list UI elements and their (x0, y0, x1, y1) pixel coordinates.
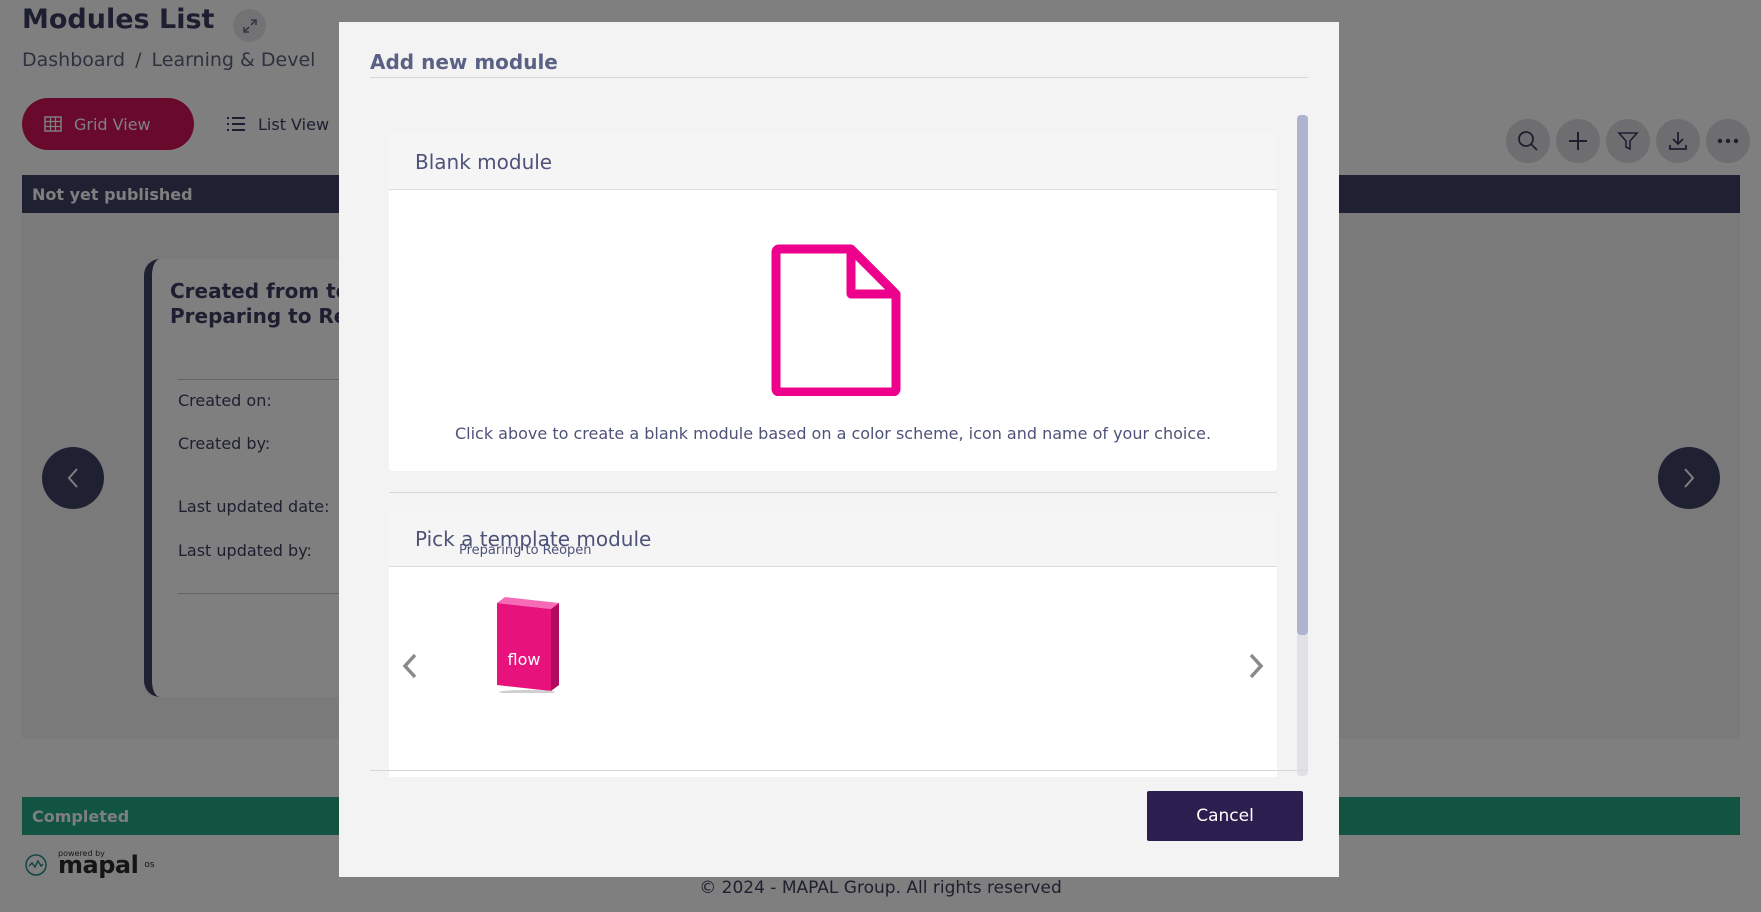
modal-scrollbar-thumb[interactable] (1297, 115, 1308, 635)
flow-box-icon: flow (497, 597, 559, 694)
blank-module-panel[interactable]: Blank module Click above to create a bla… (389, 134, 1277, 471)
chevron-right-icon (1249, 653, 1264, 679)
modal-content: Blank module Click above to create a bla… (370, 94, 1314, 777)
modal-title: Add new module (370, 50, 558, 74)
modal-footer-divider (370, 770, 1308, 771)
panel-divider (389, 492, 1277, 493)
template-item-image[interactable]: flow (493, 597, 561, 694)
template-next-arrow[interactable] (1241, 651, 1271, 681)
flow-box-label: flow (508, 650, 541, 669)
cancel-button[interactable]: Cancel (1147, 791, 1303, 841)
blank-module-button[interactable] (771, 244, 901, 397)
template-item-name: Preparing to Reopen (459, 543, 592, 558)
template-module-panel: Pick a template module Preparing to Reop… (389, 511, 1277, 777)
blank-module-heading: Blank module (389, 134, 1277, 190)
document-icon (771, 244, 901, 397)
template-module-heading: Pick a template module (389, 511, 1277, 567)
modal-title-divider (370, 77, 1308, 78)
template-prev-arrow[interactable] (395, 651, 425, 681)
chevron-left-icon (402, 653, 417, 679)
add-module-modal: Add new module Blank module Click above … (339, 22, 1339, 877)
blank-module-description: Click above to create a blank module bas… (454, 424, 1212, 443)
